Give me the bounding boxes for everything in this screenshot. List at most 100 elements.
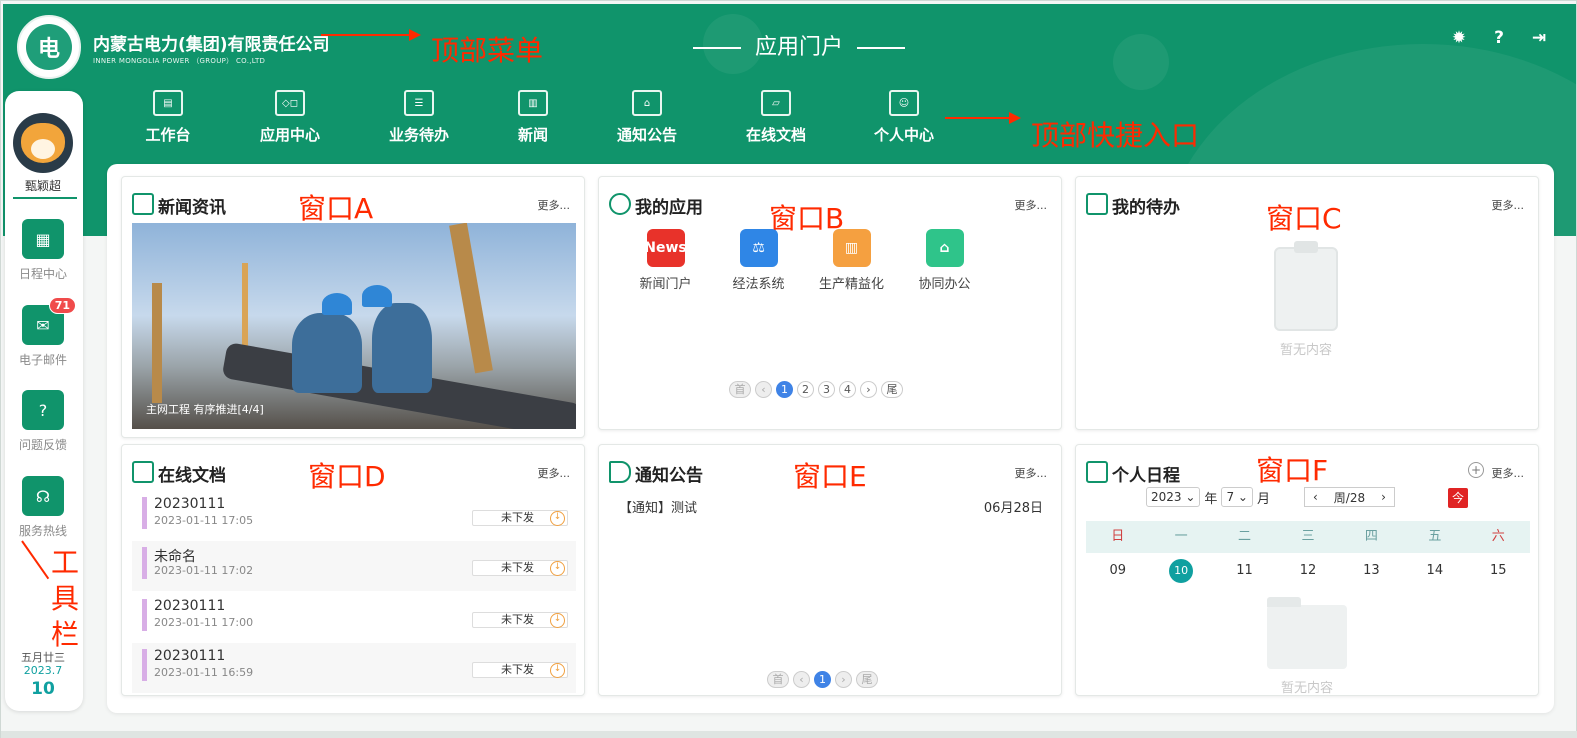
app-collab-office[interactable]: ⌂ 协同办公 xyxy=(898,229,991,292)
pager-last[interactable]: 尾 xyxy=(856,671,878,688)
app-frame: 电 内蒙古电力(集团)有限责任公司 INNER MONGOLIA POWER （… xyxy=(0,0,1577,738)
list-item[interactable]: 20230111 2023-01-11 17:05 未下发 xyxy=(132,491,576,541)
pager-last[interactable]: 尾 xyxy=(881,381,903,398)
help-icon[interactable]: ? xyxy=(1490,28,1508,48)
feedback-icon: ? xyxy=(22,390,64,430)
status-dropdown[interactable]: 未下发 xyxy=(472,662,568,678)
more-link[interactable]: 更多... xyxy=(1492,465,1525,481)
portal-title: 应用门户 xyxy=(679,29,906,61)
notice-window: 通知公告 窗口E 更多... 【通知】测试 06月28日 首 ‹ 1 › 尾 xyxy=(598,444,1062,696)
logout-icon[interactable]: ⇥ xyxy=(1530,28,1548,48)
avatar[interactable] xyxy=(13,113,73,173)
company-logo: 电 xyxy=(17,15,81,79)
today-button[interactable]: 今 xyxy=(1448,488,1468,508)
mail-icon: ✉ 71 xyxy=(22,297,76,345)
calendar-day[interactable]: 12 xyxy=(1276,559,1339,583)
company-name-en: INNER MONGOLIA POWER （GROUP） CO.,LTD xyxy=(93,57,266,65)
sidebar-item-schedule[interactable]: ▦ 日程中心 xyxy=(5,219,81,282)
pager-page[interactable]: 1 xyxy=(814,671,831,688)
window-title: 新闻资讯 xyxy=(158,198,226,218)
add-schedule-icon[interactable]: + xyxy=(1468,462,1484,478)
calendar-day-today[interactable]: 10 xyxy=(1149,559,1212,583)
notice-item[interactable]: 【通知】测试 06月28日 xyxy=(619,497,1043,516)
notice-icon: ⌂ xyxy=(632,90,662,116)
month-select[interactable]: 7 ⌄ xyxy=(1221,487,1253,507)
folder-icon xyxy=(1267,597,1347,669)
window-title: 通知公告 xyxy=(635,466,703,486)
status-dropdown[interactable]: 未下发 xyxy=(472,560,568,576)
top-right-icons: ✹ ? ⇥ xyxy=(1450,28,1548,48)
news-icon: ▥ xyxy=(518,90,548,116)
dashboard-icon: ▤ xyxy=(153,90,183,116)
calendar-icon: ▦ xyxy=(22,219,64,259)
calendar-day[interactable]: 09 xyxy=(1086,559,1149,583)
empty-state: 暂无内容 xyxy=(1252,597,1362,696)
week-navigator: ‹ 周/28 › xyxy=(1303,487,1395,507)
document-icon xyxy=(132,461,154,483)
prev-week-icon[interactable]: ‹ xyxy=(1305,490,1326,504)
news-image[interactable]: 主网工程 有序推进[4/4] xyxy=(132,223,576,429)
sidebar-item-feedback[interactable]: ? 问题反馈 xyxy=(5,390,81,453)
calendar-day[interactable]: 14 xyxy=(1403,559,1466,583)
quick-entry-nav: ▤ 工作台 ◇◻ 应用中心 ☰ 业务待办 ▥ 新闻 ⌂ 通知公告 ▱ 在线文档 xyxy=(131,90,947,145)
next-week-icon[interactable]: › xyxy=(1373,490,1394,504)
office-icon: ⌂ xyxy=(925,229,964,267)
news-window: 新闻资讯 窗口A 更多... 主网工程 有序推进[4/4] xyxy=(121,176,585,438)
chart-icon: ▥ xyxy=(832,229,871,267)
annotation-quick-entry: 顶部快捷入口 xyxy=(1031,119,1200,152)
weekday-header: 日 一 二 三 四 五 六 xyxy=(1086,521,1530,553)
nav-item-app-center[interactable]: ◇◻ 应用中心 xyxy=(205,90,375,145)
status-dropdown[interactable]: 未下发 xyxy=(472,612,568,628)
pager-prev[interactable]: ‹ xyxy=(755,381,772,398)
list-item[interactable]: 20230111 2023-01-11 16:59 未下发 xyxy=(132,643,576,693)
calendar-day[interactable]: 11 xyxy=(1213,559,1276,583)
pager-first[interactable]: 首 xyxy=(729,381,751,398)
gear-icon[interactable]: ✹ xyxy=(1450,28,1468,48)
pager-prev[interactable]: ‹ xyxy=(793,671,810,688)
pager-page[interactable]: 4 xyxy=(839,381,856,398)
unread-badge: 71 xyxy=(48,297,76,314)
list-item[interactable]: 未命名 2023-01-11 17:02 未下发 xyxy=(132,541,576,591)
nav-item-online-docs[interactable]: ▱ 在线文档 xyxy=(691,90,861,145)
calendar-controls: 2023 ⌄ 年 7 ⌄ 月 ‹ 周/28 › xyxy=(1146,487,1395,507)
pager-next[interactable]: › xyxy=(860,381,877,398)
calendar-icon xyxy=(1086,461,1108,483)
todo-window: 我的待办 窗口C 更多... 暂无内容 xyxy=(1075,176,1539,430)
status-dropdown[interactable]: 未下发 xyxy=(472,510,568,526)
check-calendar-icon xyxy=(1086,193,1108,215)
window-title: 个人日程 xyxy=(1112,466,1180,486)
more-link[interactable]: 更多... xyxy=(1015,465,1048,481)
calendar-day[interactable]: 13 xyxy=(1340,559,1403,583)
pager-page[interactable]: 2 xyxy=(797,381,814,398)
headset-icon: ☊ xyxy=(22,476,64,516)
nav-item-business-todo[interactable]: ☰ 业务待办 xyxy=(375,90,463,145)
nav-item-news[interactable]: ▥ 新闻 xyxy=(463,90,603,145)
more-link[interactable]: 更多... xyxy=(538,465,571,481)
pager-first[interactable]: 首 xyxy=(767,671,789,688)
username: 甄颖超 xyxy=(24,179,61,193)
window-title: 我的待办 xyxy=(1112,198,1180,218)
app-production-lean[interactable]: ▥ 生产精益化 xyxy=(805,229,898,292)
nav-item-profile[interactable]: ☺ 个人中心 xyxy=(861,90,947,145)
annotation-toolbar: 工 具 栏 xyxy=(51,546,80,651)
more-link[interactable]: 更多... xyxy=(538,197,571,213)
app-news-portal[interactable]: News 新闻门户 xyxy=(619,229,712,292)
nav-item-notice[interactable]: ⌂ 通知公告 xyxy=(603,90,691,145)
pager-page[interactable]: 3 xyxy=(818,381,835,398)
list-item[interactable]: 20230111 2023-01-11 17:00 未下发 xyxy=(132,593,576,643)
apps-window: 我的应用 窗口B 更多... News 新闻门户 ⚖ 经法系统 ▥ 生产精益化 … xyxy=(598,176,1062,430)
app-legal-system[interactable]: ⚖ 经法系统 xyxy=(712,229,805,292)
pager-next[interactable]: › xyxy=(835,671,852,688)
more-link[interactable]: 更多... xyxy=(1492,197,1525,213)
more-link[interactable]: 更多... xyxy=(1015,197,1048,213)
annotation-arrow xyxy=(321,29,421,41)
nav-item-workbench[interactable]: ▤ 工作台 xyxy=(131,90,205,145)
pager-page[interactable]: 1 xyxy=(776,381,793,398)
speaker-icon xyxy=(609,461,631,483)
bottom-bar xyxy=(1,731,1577,738)
year-select[interactable]: 2023 ⌄ xyxy=(1146,487,1201,507)
tasks-icon: ☰ xyxy=(404,90,434,116)
sidebar-item-email[interactable]: ✉ 71 电子邮件 xyxy=(5,297,81,368)
calendar-day[interactable]: 15 xyxy=(1467,559,1530,583)
sidebar-item-hotline[interactable]: ☊ 服务热线 xyxy=(5,476,81,539)
